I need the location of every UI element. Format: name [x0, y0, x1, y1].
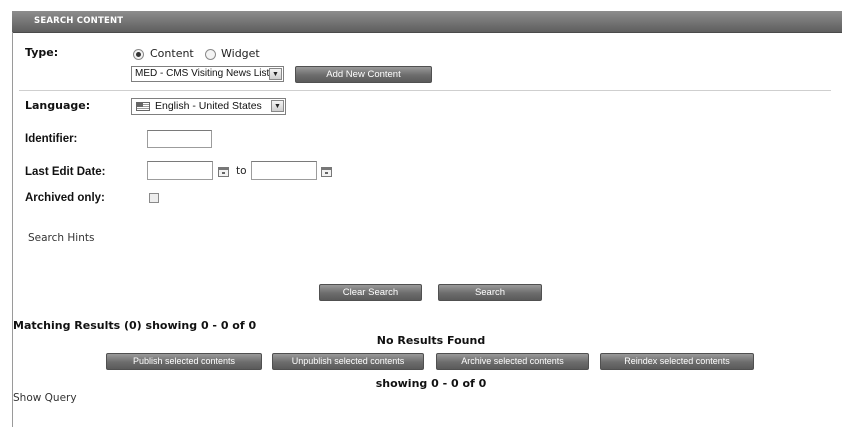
last-edit-to-input[interactable]: [251, 161, 317, 180]
language-label: Language:: [25, 99, 91, 112]
results-summary: Matching Results (0) showing 0 - 0 of 0: [13, 319, 257, 332]
panel-border: [12, 32, 13, 427]
archived-only-checkbox[interactable]: [149, 193, 159, 203]
search-hints-link[interactable]: Search Hints: [28, 232, 94, 244]
content-type-select-value: MED - CMS Visiting News List: [135, 68, 270, 79]
panel-title: SEARCH CONTENT: [34, 16, 124, 26]
date-to-label: to: [236, 165, 247, 177]
flag-icon: [136, 102, 150, 111]
content-type-select[interactable]: MED - CMS Visiting News List ▼: [131, 66, 284, 82]
unpublish-selected-button[interactable]: Unpublish selected contents: [272, 353, 424, 370]
reindex-selected-button[interactable]: Reindex selected contents: [600, 353, 754, 370]
clear-search-button[interactable]: Clear Search: [319, 284, 422, 301]
add-new-content-button[interactable]: Add New Content: [295, 66, 432, 83]
type-label: Type:: [25, 46, 59, 59]
chevron-down-icon: ▼: [269, 68, 282, 80]
identifier-label: Identifier:: [25, 133, 78, 145]
radio-widget-label: Widget: [221, 47, 260, 60]
calendar-icon[interactable]: [321, 167, 332, 177]
language-select-value: English - United States: [155, 100, 262, 112]
last-edit-from-input[interactable]: [147, 161, 213, 180]
publish-selected-button[interactable]: Publish selected contents: [106, 353, 262, 370]
no-results-text: No Results Found: [376, 334, 486, 347]
panel-header: SEARCH CONTENT: [12, 11, 842, 33]
divider: [19, 90, 831, 91]
identifier-input[interactable]: [147, 130, 212, 148]
radio-content-label: Content: [150, 47, 194, 60]
language-select[interactable]: English - United States ▼: [131, 98, 286, 115]
calendar-icon[interactable]: [218, 167, 229, 177]
chevron-down-icon: ▼: [271, 100, 284, 112]
last-edit-date-label: Last Edit Date:: [25, 166, 106, 178]
archived-only-label: Archived only:: [25, 192, 105, 204]
show-query-link[interactable]: Show Query: [13, 392, 77, 404]
radio-widget[interactable]: [205, 49, 216, 60]
radio-content[interactable]: [133, 49, 144, 60]
archive-selected-button[interactable]: Archive selected contents: [436, 353, 589, 370]
footer-showing-text: showing 0 - 0 of 0: [375, 377, 487, 390]
search-button[interactable]: Search: [438, 284, 542, 301]
